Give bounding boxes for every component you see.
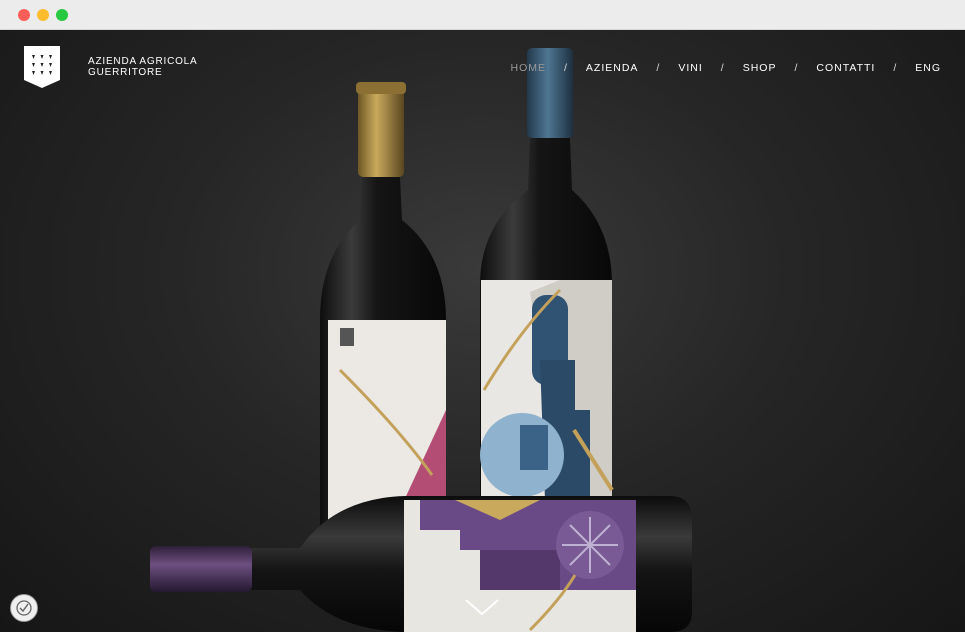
nav-separator: / [794, 62, 799, 74]
lying-wine-bottle [150, 496, 692, 632]
chevron-down-icon[interactable] [463, 596, 501, 618]
brand-line-2: GUERRITORE [88, 67, 163, 78]
nav-separator: / [893, 62, 898, 74]
nav-vini[interactable]: VINI [678, 60, 702, 76]
nav-shop[interactable]: SHOP [743, 60, 777, 76]
nav-contatti[interactable]: CONTATTI [816, 60, 875, 76]
left-wine-bottle [320, 82, 446, 550]
close-window-button[interactable] [18, 9, 30, 21]
wine-bottles-image [150, 48, 692, 632]
minimize-window-button[interactable] [37, 9, 49, 21]
nav-language-eng[interactable]: ENG [915, 60, 941, 76]
nav-home[interactable]: HOME [510, 60, 546, 76]
shield-dots-icon[interactable] [24, 46, 60, 88]
hero-section: AZIENDA AGRICOLA GUERRITORE HOME / AZIEN… [0, 30, 965, 632]
brand-line-1: AZIENDA AGRICOLA [88, 56, 198, 67]
nav-separator: / [720, 62, 725, 74]
brand-name[interactable]: AZIENDA AGRICOLA GUERRITORE [88, 56, 198, 78]
window-titlebar [0, 0, 965, 30]
main-navigation: HOME / AZIENDA / VINI / SHOP / CONTATTI … [510, 60, 941, 76]
maximize-window-button[interactable] [56, 9, 68, 21]
nav-separator: / [656, 62, 661, 74]
cookie-consent-icon[interactable] [10, 594, 38, 622]
nav-separator: / [563, 62, 568, 74]
right-wine-bottle [480, 48, 614, 540]
fingerprint-check-icon [16, 600, 32, 616]
nav-azienda[interactable]: AZIENDA [586, 60, 639, 76]
